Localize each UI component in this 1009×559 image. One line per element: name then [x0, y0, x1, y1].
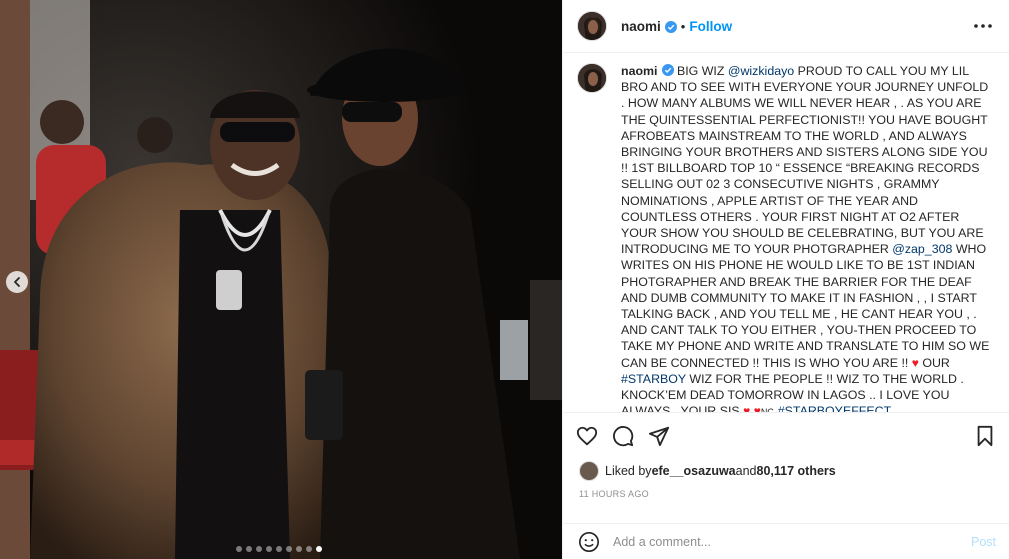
likes-count[interactable]: 80,117 others: [757, 464, 836, 478]
post-caption: naomi BIG WIZ @wizkidayo PROUD TO CALL Y…: [621, 63, 993, 412]
hashtag-link[interactable]: #STARBOYEFFECT: [778, 404, 891, 412]
carousel-dot: [246, 546, 252, 552]
verified-badge-icon: [661, 64, 674, 76]
carousel-dot: [276, 546, 282, 552]
carousel-dot: [266, 546, 272, 552]
caption-text-2: PROUD TO CALL YOU MY LIL BRO AND TO SEE …: [621, 64, 989, 257]
carousel-dot: [236, 546, 242, 552]
comment-icon[interactable]: [611, 424, 635, 448]
avatar[interactable]: [577, 11, 607, 41]
heart-emoji: ♥: [753, 404, 761, 413]
carousel-dot: [256, 546, 262, 552]
caption-area: naomi BIG WIZ @wizkidayo PROUD TO CALL Y…: [563, 53, 1009, 413]
chevron-left-icon: [14, 277, 20, 287]
caption-text-3: WHO WRITES ON HIS PHONE HE WOULD LIKE TO…: [621, 242, 990, 370]
liker-avatar[interactable]: [579, 461, 599, 481]
caption-text-4: OUR: [918, 355, 950, 370]
post-media[interactable]: [0, 0, 562, 559]
caption-text-1: BIG WIZ: [673, 64, 728, 78]
post-username[interactable]: naomi: [621, 19, 661, 34]
caption-avatar[interactable]: [577, 63, 607, 93]
carousel-dot: [296, 546, 302, 552]
liker-username[interactable]: efe__osazuwa: [652, 464, 736, 478]
heart-emoji: ♥: [743, 404, 751, 413]
emoji-icon[interactable]: [577, 530, 601, 554]
mention-link[interactable]: @zap_308: [892, 242, 952, 256]
post-actions: [563, 413, 1009, 459]
carousel-prev-button[interactable]: [6, 271, 28, 293]
mention-link[interactable]: @wizkidayo: [728, 64, 794, 78]
post-header: naomi • Follow: [563, 0, 1009, 53]
post-side-panel: naomi • Follow naomi BIG WIZ @wizkidayo …: [562, 0, 1009, 559]
hashtag-link[interactable]: #STARBOY: [621, 372, 686, 386]
heart-icon[interactable]: [575, 424, 599, 448]
carousel-dot: [316, 546, 322, 552]
separator-dot: •: [680, 18, 686, 34]
comment-bar: Post: [563, 523, 1009, 559]
follow-button[interactable]: Follow: [689, 19, 732, 34]
post-photo: [0, 0, 562, 559]
carousel-dot: [286, 546, 292, 552]
heart-emoji: ♥: [911, 355, 919, 370]
post-comment-button[interactable]: Post: [971, 535, 996, 549]
carousel-indicator: [236, 546, 322, 552]
verified-badge-icon: [664, 20, 677, 33]
share-icon[interactable]: [647, 424, 671, 448]
bookmark-icon[interactable]: [973, 424, 997, 448]
more-options-icon[interactable]: [971, 14, 995, 38]
post-timestamp[interactable]: 11 HOURS AGO: [563, 483, 1009, 513]
likes-summary: Liked by efe__osazuwa and 80,117 others: [563, 459, 1009, 483]
likes-prefix: Liked by: [605, 464, 652, 478]
comment-input[interactable]: [613, 534, 971, 549]
caption-username[interactable]: naomi: [621, 64, 658, 78]
likes-middle: and: [735, 464, 757, 478]
carousel-dot: [306, 546, 312, 552]
